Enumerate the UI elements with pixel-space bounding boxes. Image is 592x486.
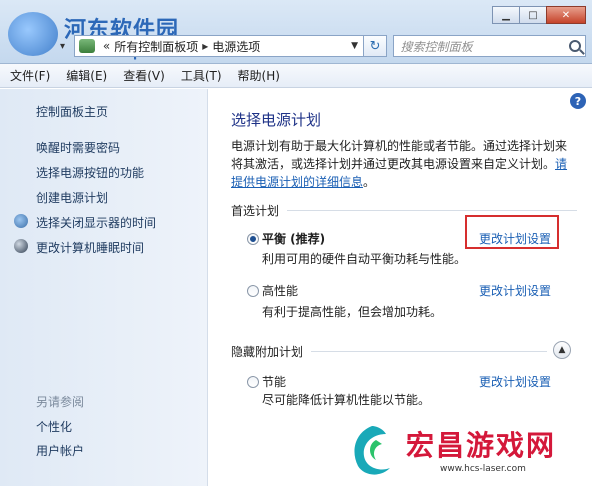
breadcrumb-current[interactable]: 电源选项: [212, 38, 260, 55]
menu-file[interactable]: 文件(F): [10, 67, 50, 84]
display-icon: [14, 214, 28, 228]
sidebar-item-create-plan[interactable]: 创建电源计划: [36, 189, 108, 206]
menu-view[interactable]: 查看(V): [123, 67, 165, 84]
menu-edit[interactable]: 编辑(E): [66, 67, 107, 84]
preferred-plans-heading: 首选计划: [231, 204, 280, 218]
sleep-icon: [14, 239, 28, 253]
dragon-logo-icon: [354, 426, 390, 475]
recent-pages-dropdown-icon[interactable]: ▾: [60, 41, 74, 52]
address-bar[interactable]: « 所有控制面板项 ▸ 电源选项 ▼: [73, 35, 364, 57]
sidebar-item-sleep-time[interactable]: 更改计算机睡眠时间: [36, 239, 144, 256]
address-dropdown-icon[interactable]: ▼: [347, 41, 363, 51]
bottom-watermark-url: www.hcs-laser.com: [440, 464, 526, 474]
plan-balanced-name[interactable]: 平衡 (推荐): [262, 230, 325, 247]
divider: [311, 351, 547, 352]
menu-help[interactable]: 帮助(H): [238, 67, 280, 84]
plan-high-performance-desc: 有利于提高性能，但会增加功耗。: [262, 305, 443, 319]
left-pane: 控制面板主页 唤醒时需要密码 选择电源按钮的功能 创建电源计划 选择关闭显示器的…: [0, 89, 208, 486]
breadcrumb-root[interactable]: 所有控制面板项: [114, 38, 198, 55]
title-bar: 河东软件园 www.pc0359.cn ▁ □ ✕ ▾ « 所有控制面板项 ▸ …: [0, 0, 592, 64]
highlight-box: [465, 215, 559, 249]
bottom-watermark: 宏昌游戏网 www.hcs-laser.com: [340, 418, 592, 486]
plan-balanced-desc: 利用可用的硬件自动平衡功耗与性能。: [262, 252, 467, 266]
bottom-watermark-title: 宏昌游戏网: [406, 429, 557, 462]
breadcrumb-overflow-icon[interactable]: «: [103, 39, 110, 53]
description-end: 。: [363, 175, 376, 189]
sidebar-home-link[interactable]: 控制面板主页: [36, 103, 108, 120]
search-icon[interactable]: [568, 40, 581, 52]
plan-power-saver-settings-link[interactable]: 更改计划设置: [479, 373, 551, 390]
help-icon[interactable]: ?: [570, 93, 586, 109]
see-also-heading: 另请参阅: [36, 395, 85, 409]
menu-bar: 文件(F) 编辑(E) 查看(V) 工具(T) 帮助(H): [0, 64, 592, 88]
window-controls: ▁ □ ✕: [492, 6, 586, 24]
control-panel-icon: [78, 39, 95, 53]
plan-power-saver-radio[interactable]: [247, 376, 259, 388]
sidebar-item-display-off[interactable]: 选择关闭显示器的时间: [36, 214, 156, 231]
plan-high-performance-name[interactable]: 高性能: [262, 282, 298, 299]
watermark-logo-icon: [8, 12, 58, 56]
plan-power-saver-desc: 尽可能降低计算机性能以节能。: [262, 393, 431, 407]
plan-power-saver-name[interactable]: 节能: [262, 373, 286, 390]
menu-tools[interactable]: 工具(T): [181, 67, 222, 84]
sidebar-item-wake-password[interactable]: 唤醒时需要密码: [36, 139, 120, 156]
search-input[interactable]: 搜索控制面板: [400, 38, 472, 55]
navigation-row: ▾ « 所有控制面板项 ▸ 电源选项 ▼ ↻ 搜索控制面板: [60, 34, 586, 58]
hidden-plans-heading: 隐藏附加计划: [231, 345, 304, 359]
page-description: 电源计划有助于最大化计算机的性能或者节能。通过选择计划来将其激活，或选择计划并通…: [231, 137, 571, 191]
maximize-button[interactable]: □: [519, 6, 547, 24]
divider: [287, 210, 577, 211]
plan-balanced-radio[interactable]: [247, 233, 259, 245]
sidebar-item-power-button[interactable]: 选择电源按钮的功能: [36, 164, 144, 181]
description-text: 电源计划有助于最大化计算机的性能或者节能。通过选择计划来将其激活，或选择计划并通…: [231, 139, 568, 171]
breadcrumb-separator-icon[interactable]: ▸: [202, 39, 208, 53]
plan-high-performance-radio[interactable]: [247, 285, 259, 297]
search-box[interactable]: 搜索控制面板: [393, 35, 586, 57]
refresh-icon: ↻: [369, 38, 381, 54]
collapse-chevron-up-icon[interactable]: ▲: [553, 341, 571, 359]
refresh-button[interactable]: ↻: [363, 35, 388, 57]
minimize-button[interactable]: ▁: [492, 6, 520, 24]
sidebar-item-user-accounts[interactable]: 用户帐户: [36, 442, 84, 459]
close-button[interactable]: ✕: [546, 6, 586, 24]
plan-high-performance-settings-link[interactable]: 更改计划设置: [479, 282, 551, 299]
page-title: 选择电源计划: [231, 111, 322, 129]
sidebar-item-personalization[interactable]: 个性化: [36, 418, 72, 435]
